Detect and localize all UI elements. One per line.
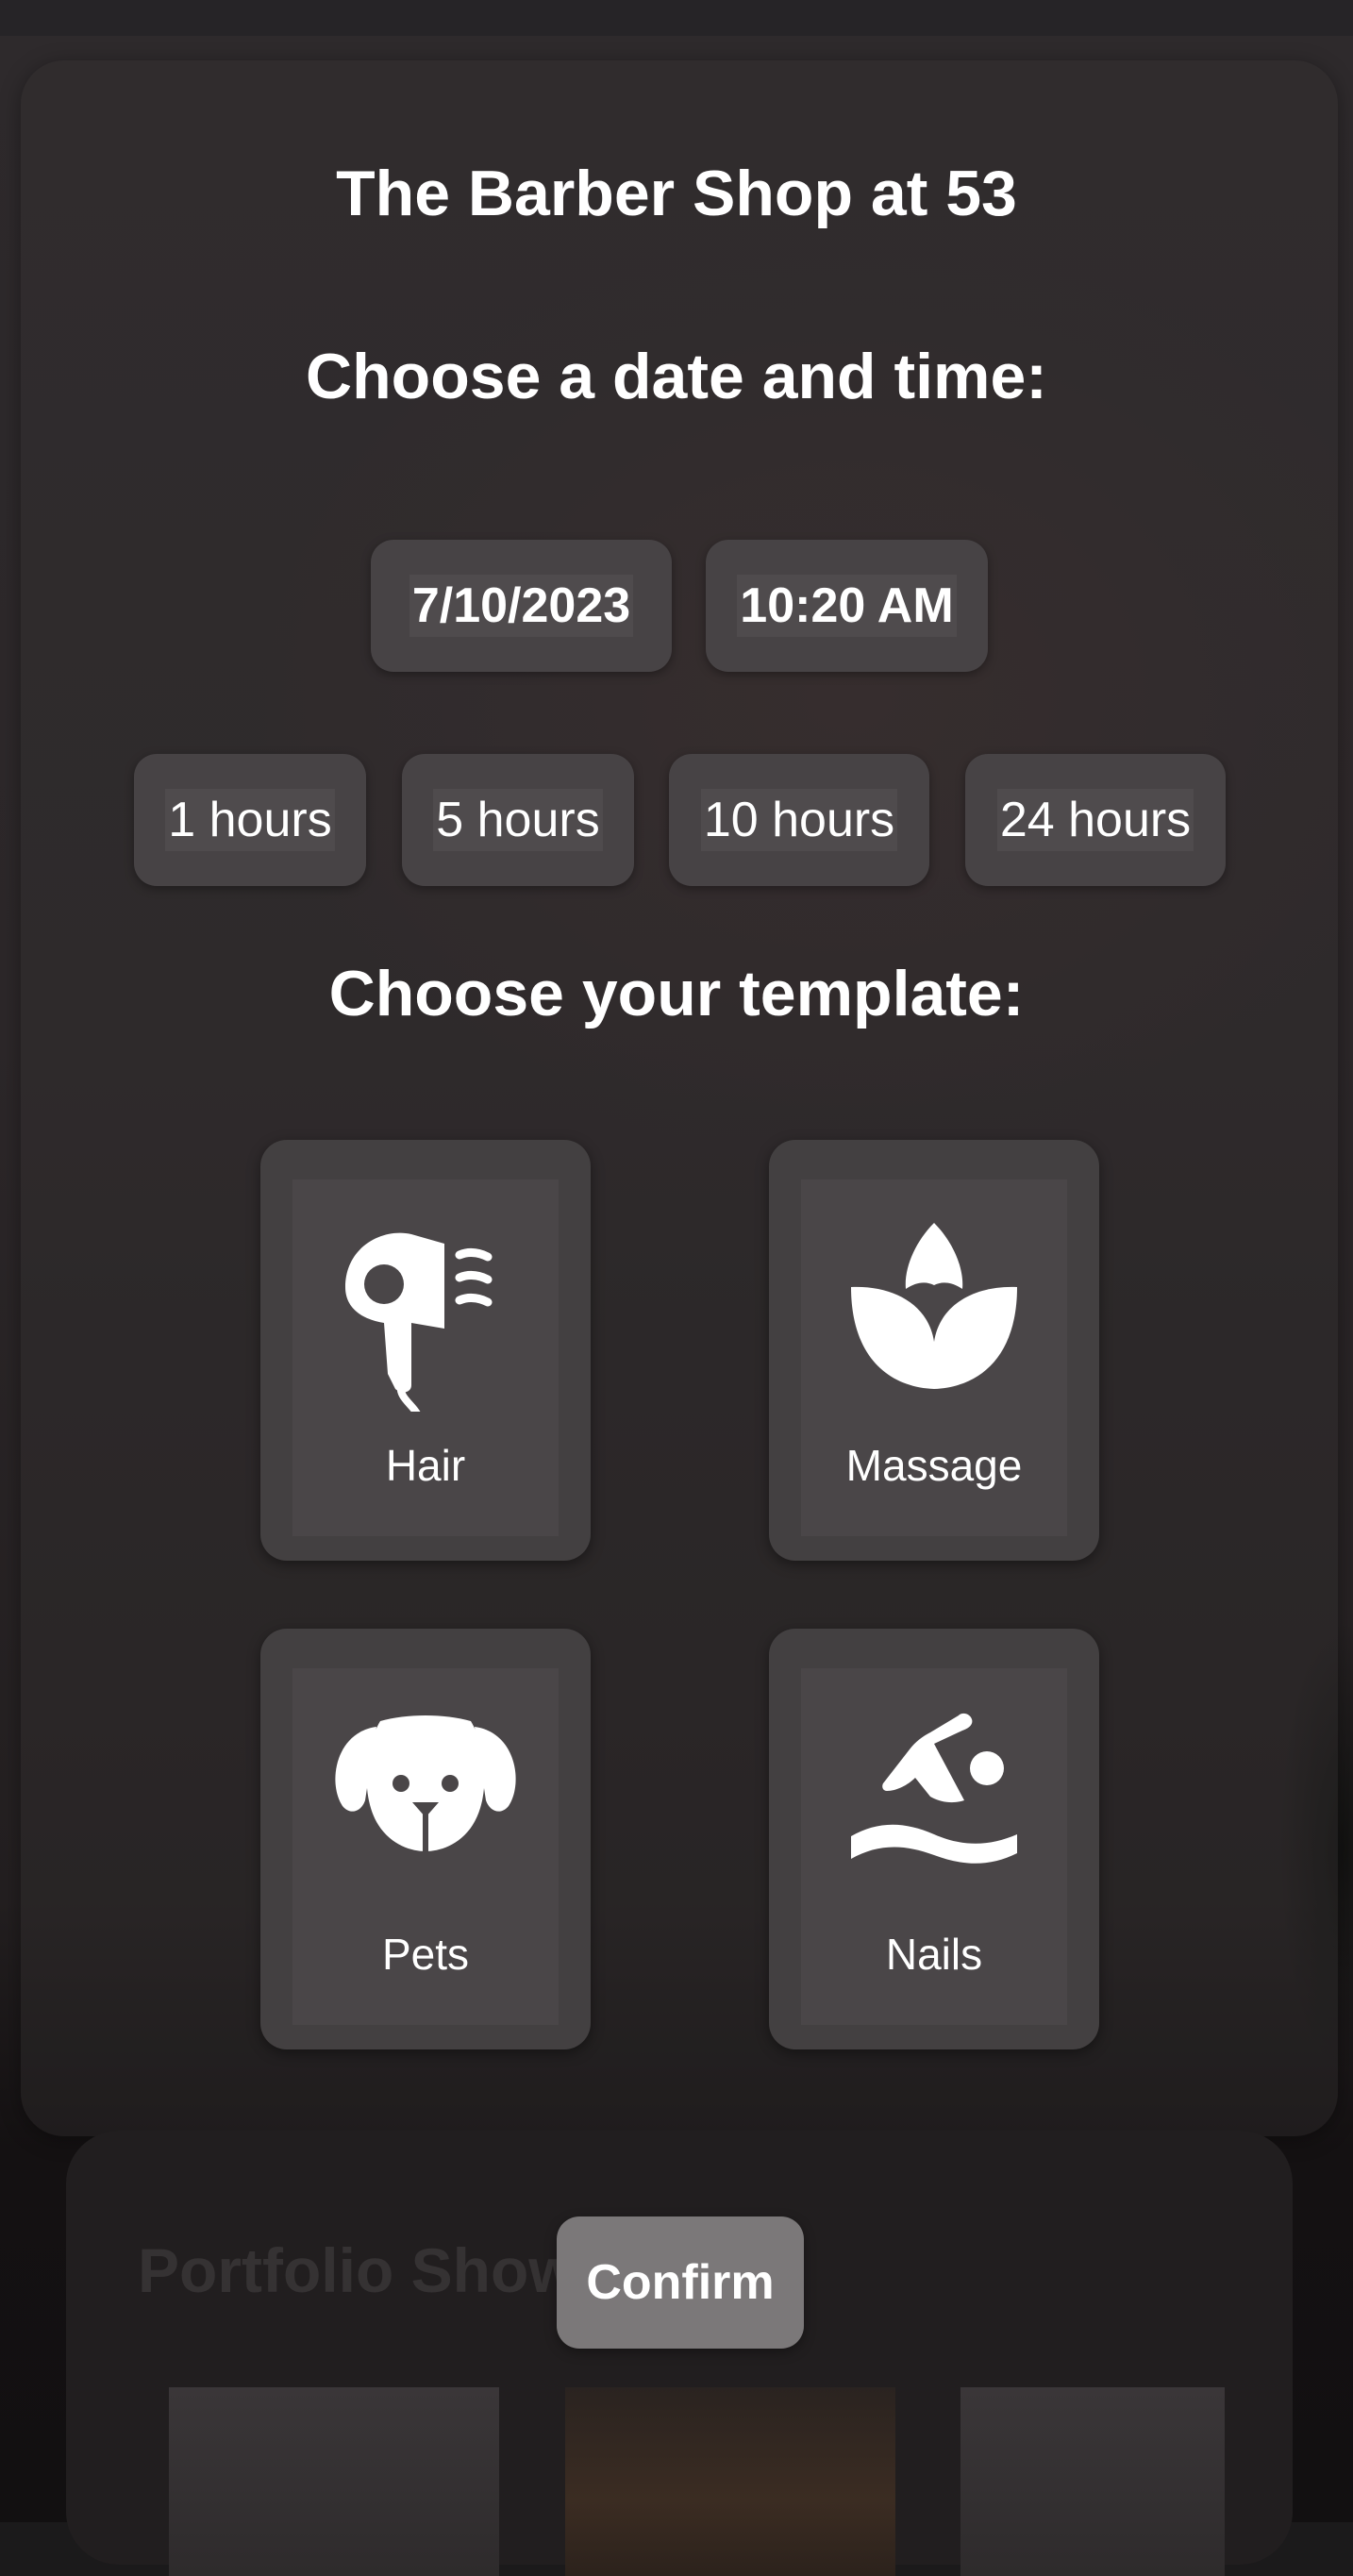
- top-bar: [0, 0, 1353, 36]
- duration-label: 10 hours: [700, 789, 898, 851]
- template-card-inner: Hair: [292, 1179, 559, 1536]
- duration-label: 5 hours: [433, 789, 603, 851]
- shop-title: The Barber Shop at 53: [336, 158, 1017, 229]
- time-value: 10:20 AM: [737, 575, 957, 637]
- duration-5-hours[interactable]: 5 hours: [402, 754, 634, 886]
- template-label: Pets: [381, 1930, 470, 1979]
- datetime-heading: Choose a date and time:: [306, 341, 1047, 412]
- date-picker[interactable]: 7/10/2023: [371, 540, 672, 672]
- template-label: Massage: [845, 1441, 1023, 1490]
- template-card-massage[interactable]: Massage: [769, 1140, 1099, 1561]
- portfolio-image[interactable]: [169, 2387, 499, 2576]
- template-card-pets[interactable]: Pets: [260, 1629, 591, 2049]
- hair-dryer-icon: [345, 1232, 493, 1412]
- portfolio-title: Portfolio Show: [138, 2235, 577, 2305]
- template-heading: Choose your template:: [328, 958, 1025, 1029]
- template-card-inner: Massage: [801, 1179, 1067, 1536]
- template-label: Hair: [385, 1441, 466, 1490]
- swimmer-icon: [851, 1713, 1017, 1864]
- dog-icon: [335, 1715, 516, 1857]
- duration-label: 24 hours: [996, 789, 1194, 851]
- time-picker[interactable]: 10:20 AM: [706, 540, 988, 672]
- duration-label: 1 hours: [165, 789, 335, 851]
- template-card-nails[interactable]: Nails: [769, 1629, 1099, 2049]
- portfolio-image[interactable]: [565, 2387, 895, 2576]
- date-value: 7/10/2023: [409, 575, 634, 637]
- template-card-inner: Pets: [292, 1668, 559, 2025]
- duration-10-hours[interactable]: 10 hours: [669, 754, 929, 886]
- duration-24-hours[interactable]: 24 hours: [965, 754, 1226, 886]
- template-card-hair[interactable]: Hair: [260, 1140, 591, 1561]
- template-label: Nails: [885, 1930, 983, 1979]
- lotus-icon: [851, 1223, 1017, 1389]
- template-card-inner: Nails: [801, 1668, 1067, 2025]
- confirm-button[interactable]: Confirm: [557, 2216, 804, 2349]
- duration-1-hours[interactable]: 1 hours: [134, 754, 366, 886]
- portfolio-image[interactable]: [960, 2387, 1225, 2576]
